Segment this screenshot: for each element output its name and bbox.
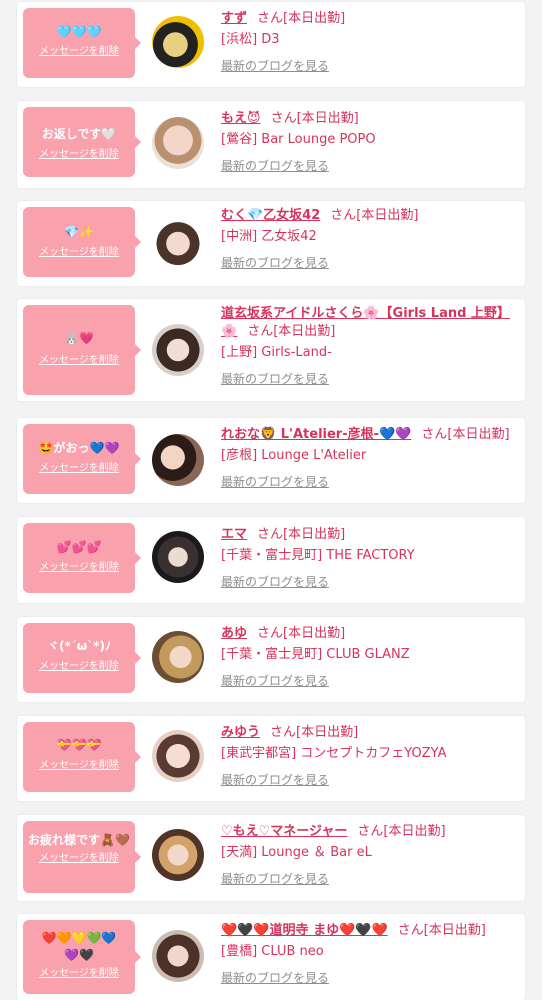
shop-label: [彦根] Lounge L'Atelier	[221, 448, 367, 463]
message-text: ヾ(*´ω`*)ﾉ	[47, 639, 111, 653]
cast-name-link[interactable]: ♡もえ♡マネージャー	[221, 824, 347, 839]
avatar[interactable]	[152, 215, 204, 267]
blog-link[interactable]: 最新のブログを見る	[221, 573, 517, 590]
shop-label: [千葉・富士見町] THE FACTORY	[221, 548, 415, 563]
list-item: 💕💕💕 メッセージを削除 エマ さん[本日出勤] [千葉・富士見町] THE FA…	[17, 517, 525, 603]
list-item: 💝💝💝 メッセージを削除 みゆう さん[本日出勤] [東武宇都宮] コンセプトカフ…	[17, 716, 525, 801]
name-suffix: さん[本日出勤]	[330, 208, 419, 223]
blog-link[interactable]: 最新のブログを見る	[221, 771, 517, 788]
cast-name-link[interactable]: あゆ	[221, 626, 247, 641]
shop-label: [豊橋] CLUB neo	[221, 944, 324, 959]
message-text: 💝💝💝	[56, 738, 102, 752]
cast-name-link[interactable]: もえ😈	[221, 111, 261, 126]
message-bubble: ヾ(*´ω`*)ﾉ メッセージを削除	[23, 623, 141, 693]
message-text: ❤️🧡💛💚💙💜🖤	[41, 931, 117, 962]
message-bubble: お返しです🤍 メッセージを削除	[23, 107, 141, 177]
avatar[interactable]	[152, 16, 204, 68]
cast-name-link[interactable]: みゆう	[221, 725, 260, 740]
blog-link[interactable]: 最新のブログを見る	[221, 157, 517, 174]
shop-label: [千葉・富士見町] CLUB GLANZ	[221, 647, 410, 662]
delete-message-link[interactable]: メッセージを削除	[27, 660, 131, 673]
message-bubble: 💝💝💝 メッセージを削除	[23, 722, 141, 792]
blog-link[interactable]: 最新のブログを見る	[221, 969, 517, 986]
delete-message-link[interactable]: メッセージを削除	[27, 967, 131, 980]
shop-label: [鶯谷] Bar Lounge POPO	[221, 132, 376, 147]
cast-name-link[interactable]: むく💎乙女坂42	[221, 208, 320, 223]
message-list: 🩵🩵🩵 メッセージを削除 すず さん[本日出勤] [浜松] D3 最新のブログを見…	[0, 0, 542, 1000]
blog-link[interactable]: 最新のブログを見る	[221, 870, 517, 887]
delete-message-link[interactable]: メッセージを削除	[27, 354, 131, 367]
message-bubble: 🐰💗 メッセージを削除	[23, 305, 141, 395]
avatar[interactable]	[152, 324, 204, 376]
avatar[interactable]	[152, 117, 204, 169]
shop-label: [中洲] 乙女坂42	[221, 229, 317, 244]
avatar[interactable]	[152, 434, 204, 486]
message-text: 💕💕💕	[56, 540, 102, 554]
avatar[interactable]	[152, 930, 204, 982]
cast-name-link[interactable]: すず	[221, 11, 247, 26]
message-bubble: ❤️🧡💛💚💙💜🖤 メッセージを削除	[23, 920, 141, 994]
name-suffix: さん[本日出勤]	[270, 111, 359, 126]
delete-message-link[interactable]: メッセージを削除	[27, 759, 131, 772]
list-item: お疲れ様です🧸🤎 メッセージを削除 ♡もえ♡マネージャー さん[本日出勤] [天満…	[17, 815, 525, 901]
message-text: お返しです🤍	[41, 127, 117, 141]
message-bubble: 💕💕💕 メッセージを削除	[23, 523, 141, 593]
delete-message-link[interactable]: メッセージを削除	[27, 148, 131, 161]
name-suffix: さん[本日出勤]	[257, 527, 346, 542]
message-text: 🤩がおっ💙💜	[38, 441, 120, 455]
avatar[interactable]	[152, 531, 204, 583]
name-suffix: さん[本日出勤]	[247, 324, 336, 339]
message-bubble: お疲れ様です🧸🤎 メッセージを削除	[23, 821, 141, 893]
name-suffix: さん[本日出勤]	[397, 923, 486, 938]
blog-link[interactable]: 最新のブログを見る	[221, 370, 517, 387]
delete-message-link[interactable]: メッセージを削除	[27, 246, 131, 259]
avatar[interactable]	[152, 730, 204, 782]
message-text: 🐰💗	[64, 331, 94, 345]
list-item: 🩵🩵🩵 メッセージを削除 すず さん[本日出勤] [浜松] D3 最新のブログを見…	[17, 2, 525, 87]
name-suffix: さん[本日出勤]	[421, 427, 510, 442]
name-suffix: さん[本日出勤]	[257, 626, 346, 641]
delete-message-link[interactable]: メッセージを削除	[27, 45, 131, 58]
name-suffix: さん[本日出勤]	[257, 11, 346, 26]
list-item: お返しです🤍 メッセージを削除 もえ😈 さん[本日出勤] [鶯谷] Bar Lou…	[17, 101, 525, 188]
avatar[interactable]	[152, 631, 204, 683]
shop-label: [浜松] D3	[221, 32, 280, 47]
message-bubble: 🤩がおっ💙💜 メッセージを削除	[23, 424, 141, 494]
message-text: 🩵🩵🩵	[56, 25, 102, 39]
list-item: ヾ(*´ω`*)ﾉ メッセージを削除 あゆ さん[本日出勤] [千葉・富士見町] …	[17, 617, 525, 702]
shop-label: [天満] Lounge ＆ Bar eL	[221, 845, 372, 860]
cast-name-link[interactable]: れおな🦁 L'Atelier-彦根-💙💜	[221, 427, 411, 442]
blog-link[interactable]: 最新のブログを見る	[221, 672, 517, 689]
message-text: お疲れ様です🧸🤎	[28, 833, 130, 847]
delete-message-link[interactable]: メッセージを削除	[27, 561, 131, 574]
name-suffix: さん[本日出勤]	[270, 725, 359, 740]
cast-name-link[interactable]: ❤️🖤❤️道明寺 まゆ❤️🖤❤️	[221, 923, 388, 938]
shop-label: [上野] Girls-Land-	[221, 345, 332, 360]
avatar[interactable]	[152, 829, 204, 881]
list-item: ❤️🧡💛💚💙💜🖤 メッセージを削除 ❤️🖤❤️道明寺 まゆ❤️🖤❤️ さん[本日出…	[17, 914, 525, 1000]
message-text: 💎✨	[64, 225, 94, 239]
delete-message-link[interactable]: メッセージを削除	[27, 852, 131, 865]
blog-link[interactable]: 最新のブログを見る	[221, 57, 517, 74]
message-bubble: 🩵🩵🩵 メッセージを削除	[23, 8, 141, 78]
shop-label: [東武宇都宮] コンセプトカフェYOZYA	[221, 746, 447, 761]
list-item: 🐰💗 メッセージを削除 道玄坂系アイドルさくら🌸【Girls Land 上野】🌸…	[17, 299, 525, 401]
cast-name-link[interactable]: エマ	[221, 527, 247, 542]
list-item: 💎✨ メッセージを削除 むく💎乙女坂42 さん[本日出勤] [中洲] 乙女坂42 …	[17, 201, 525, 286]
blog-link[interactable]: 最新のブログを見る	[221, 254, 517, 271]
blog-link[interactable]: 最新のブログを見る	[221, 473, 517, 490]
name-suffix: さん[本日出勤]	[357, 824, 446, 839]
message-bubble: 💎✨ メッセージを削除	[23, 207, 141, 277]
delete-message-link[interactable]: メッセージを削除	[27, 462, 131, 475]
list-item: 🤩がおっ💙💜 メッセージを削除 れおな🦁 L'Atelier-彦根-💙💜 さん[本…	[17, 418, 525, 503]
